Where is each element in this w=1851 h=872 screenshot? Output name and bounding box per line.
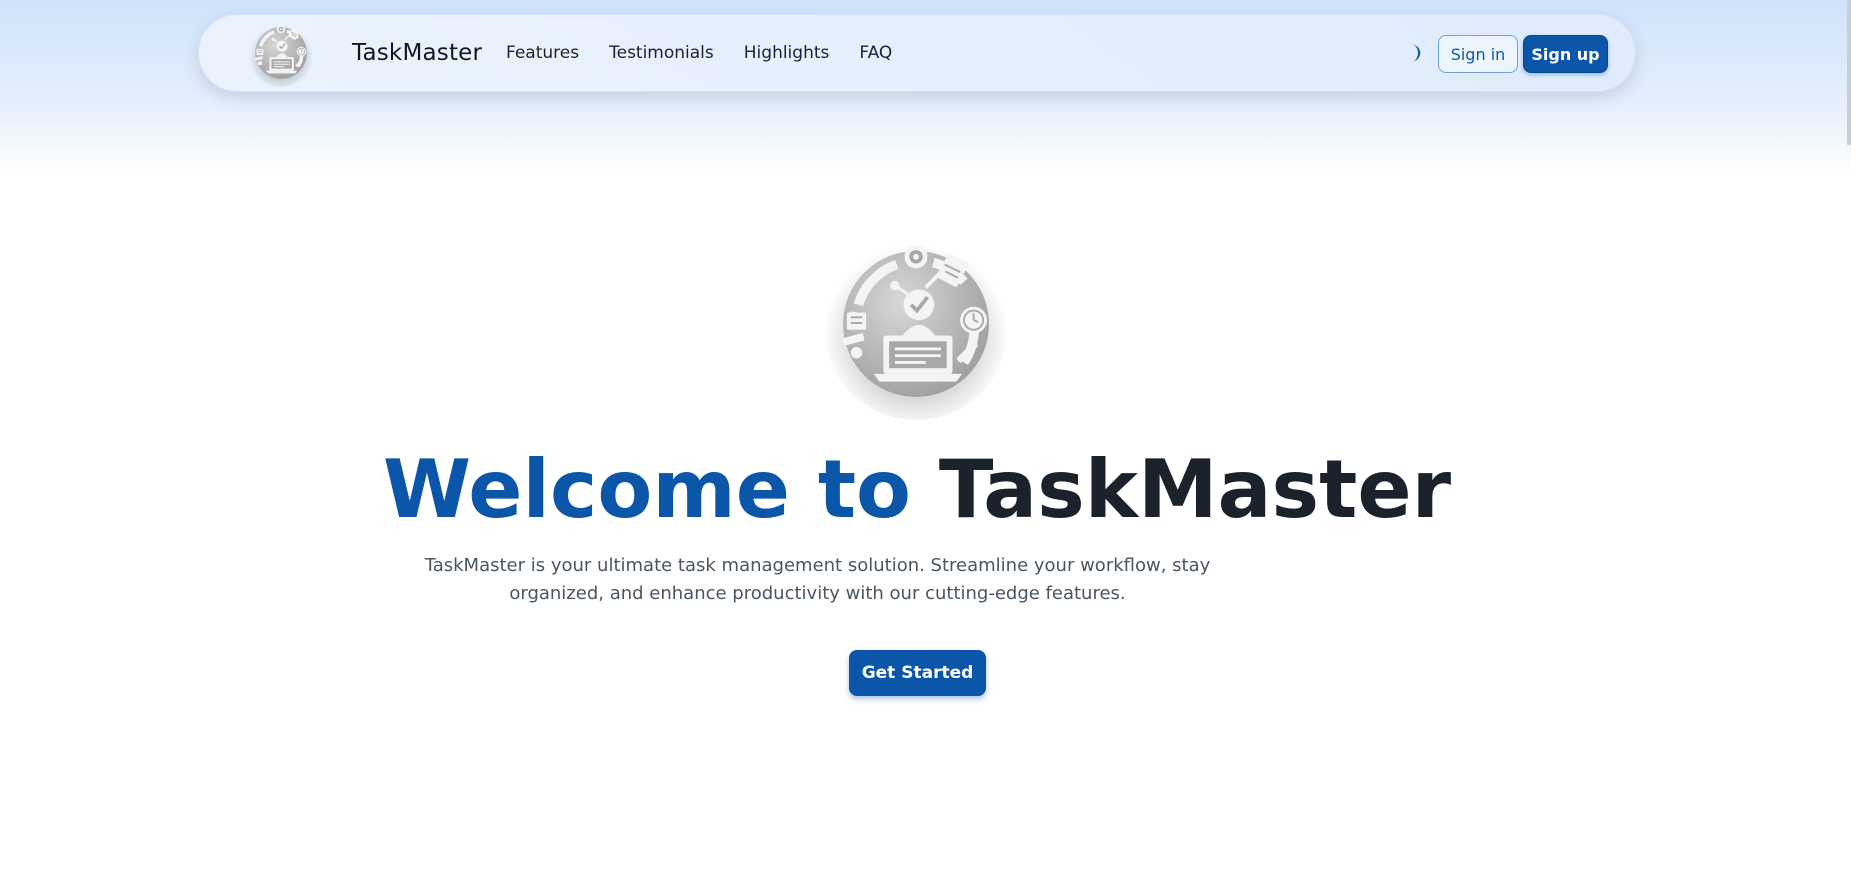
brand-name[interactable]: TaskMaster bbox=[352, 40, 482, 66]
nav-link-testimonials[interactable]: Testimonials bbox=[609, 43, 714, 63]
sign-in-button[interactable]: Sign in bbox=[1438, 35, 1518, 73]
moon-icon[interactable] bbox=[1401, 42, 1423, 64]
hero-title: Welcome to TaskMaster bbox=[0, 442, 1834, 538]
hero-description: TaskMaster is your ultimate task managem… bbox=[424, 555, 1211, 604]
hero-title-accent: Welcome to bbox=[382, 443, 912, 536]
get-started-button[interactable]: Get Started bbox=[849, 650, 986, 696]
hero-logo-icon bbox=[820, 228, 1012, 420]
nav-links: Features Testimonials Highlights FAQ bbox=[506, 43, 892, 63]
scrollbar[interactable] bbox=[1847, 0, 1851, 145]
hero-title-main: TaskMaster bbox=[938, 443, 1452, 536]
navbar: TaskMaster Features Testimonials Highlig… bbox=[198, 14, 1636, 92]
nav-link-faq[interactable]: FAQ bbox=[859, 43, 892, 63]
page: TaskMaster Features Testimonials Highlig… bbox=[0, 0, 1851, 872]
sign-up-button[interactable]: Sign up bbox=[1523, 35, 1608, 73]
taskmaster-logo-icon[interactable] bbox=[247, 19, 315, 87]
nav-link-highlights[interactable]: Highlights bbox=[744, 43, 830, 63]
nav-link-features[interactable]: Features bbox=[506, 43, 579, 63]
